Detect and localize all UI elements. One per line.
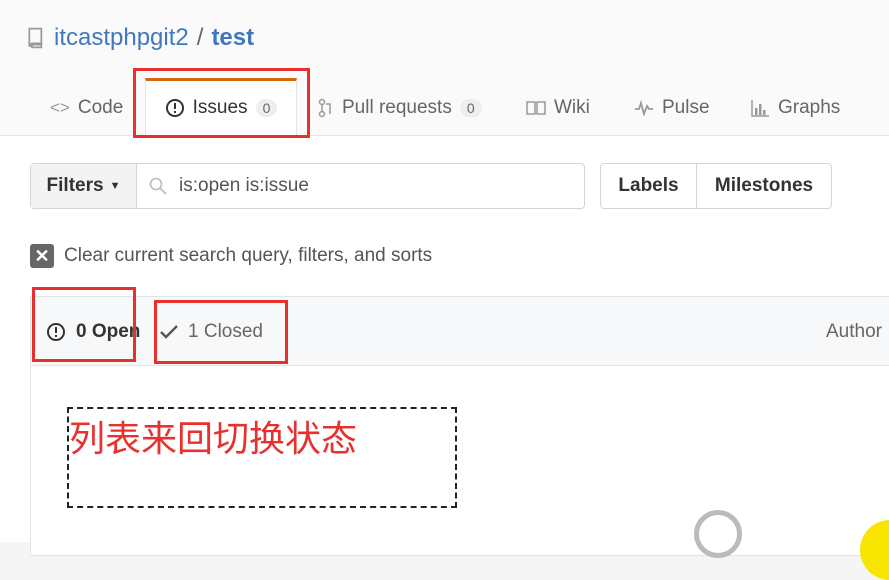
- graph-icon: [751, 100, 769, 117]
- filters-label: Filters: [46, 175, 104, 196]
- tab-code[interactable]: <> Code: [50, 80, 123, 136]
- labels-button[interactable]: Labels: [601, 164, 697, 208]
- milestones-button[interactable]: Milestones: [697, 164, 831, 208]
- tab-wiki[interactable]: Wiki: [526, 80, 590, 136]
- pull-requests-counter: 0: [459, 99, 482, 117]
- tab-label: Pull requests: [342, 97, 452, 118]
- repo-owner-link[interactable]: itcastphpgit2: [54, 24, 189, 52]
- clear-filters-label: Clear current search query, filters, and…: [64, 245, 433, 266]
- code-icon: <>: [50, 98, 70, 117]
- search-icon: [149, 177, 167, 195]
- highlight-box-open: [32, 287, 136, 362]
- search-query-text: is:open is:issue: [179, 175, 309, 196]
- pulse-icon: [635, 100, 653, 116]
- filters-dropdown-button[interactable]: Filters ▼: [31, 164, 137, 208]
- filters-bar: Filters ▼ is:open is:issue: [30, 163, 585, 209]
- labels-milestones-group: Labels Milestones: [600, 163, 832, 209]
- issue-search-input[interactable]: is:open is:issue: [137, 164, 584, 208]
- book-icon: [526, 101, 546, 115]
- tab-graphs[interactable]: Graphs: [750, 80, 840, 136]
- clear-filters-link[interactable]: ✕ Clear current search query, filters, a…: [30, 244, 432, 268]
- tab-label: Code: [77, 97, 124, 118]
- tab-pull-requests[interactable]: Pull requests 0: [318, 80, 482, 136]
- author-filter-dropdown[interactable]: Author: [826, 321, 882, 343]
- close-icon: ✕: [30, 244, 54, 268]
- annotation-text: 列表来回切换状态: [69, 419, 358, 460]
- repo-icon: [28, 27, 43, 49]
- blank-slate-issue-icon: [694, 510, 742, 558]
- tab-label: Pulse: [662, 97, 710, 118]
- git-pull-request-icon: [318, 98, 331, 118]
- repo-separator: /: [196, 24, 204, 51]
- tab-label: Graphs: [778, 97, 841, 118]
- repo-name-link[interactable]: test: [211, 24, 254, 52]
- tab-pulse[interactable]: Pulse: [634, 80, 710, 136]
- repo-title: itcastphpgit2 / test: [28, 24, 254, 52]
- highlight-box-closed: [154, 300, 288, 364]
- highlight-box-issues-tab: [133, 68, 310, 138]
- tab-label: Wiki: [554, 97, 590, 118]
- chevron-down-icon: ▼: [109, 180, 121, 192]
